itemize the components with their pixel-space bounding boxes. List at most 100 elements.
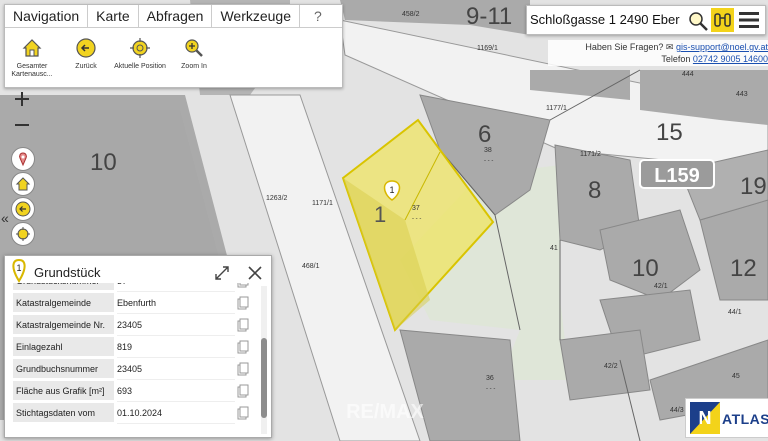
parcel-number: 36 [486,375,494,382]
copy-icon[interactable] [237,283,249,288]
tab-werkzeuge[interactable]: Werkzeuge [212,5,301,27]
panel-title: Grundstück [34,265,101,280]
table-row: Fläche aus Grafik [m²] 693 [13,381,261,402]
table-row: Grundbuchsnummer 23405 [13,359,261,380]
house-number: 10 [90,149,117,176]
marker-icon: 1 [12,259,26,283]
parcel-number: 45 [732,373,740,380]
parcel-number: 44/1 [728,309,742,316]
help-contact: Haben Sie Fragen? ✉ gis-support@noel.gv.… [548,40,768,66]
location-pin-control[interactable] [11,147,35,171]
scrollbar-thumb[interactable] [261,338,267,418]
table-row: Katastralgemeinde Ebenfurth [13,293,261,314]
table-row: Einlagezahl 819 [13,337,261,358]
current-position-button[interactable]: Aktuelle Position [113,37,167,79]
plus-icon [15,92,29,106]
svg-text:1: 1 [389,185,394,195]
table-row: Katastralgemeinde Nr. 23405 [13,315,261,336]
table-row: Grundstücksnummer 37 [13,283,261,292]
house-number: 6 [478,121,491,148]
zoom-in-control[interactable] [11,88,33,110]
house-icon [15,177,31,191]
zoom-in-button[interactable]: Zoom In [167,37,221,79]
parcel-number: 1171/2 [580,151,601,158]
attribute-value: 819 [117,337,235,358]
logo-mark: N [690,402,720,434]
back-control[interactable] [11,197,35,221]
svg-text:N: N [699,408,712,428]
parcel-number: 444 [682,71,694,78]
target-icon [16,227,30,241]
close-icon[interactable] [246,264,264,282]
parcel-number: 458/2 [402,11,420,18]
search-icon[interactable] [687,10,709,32]
hamburger-menu-icon[interactable] [737,10,761,30]
tab-navigation[interactable]: Navigation [5,5,89,27]
copy-icon[interactable] [237,296,249,310]
full-extent-button[interactable]: Gesamter Kartenausc... [5,37,59,79]
attribute-table: Grundstücksnummer 37 Katastralgemeinde E… [13,283,261,433]
collapse-panel-icon[interactable]: « [1,210,9,226]
mail-icon: ✉ [665,42,674,52]
svg-text:L159: L159 [654,165,700,187]
parcel-info-panel: 1 Grundstück Grundstücksnummer 37 Katast… [4,255,272,438]
binoculars-button[interactable] [711,8,734,32]
attribute-label: Katastralgemeinde [13,293,114,313]
back-button[interactable]: Zurück [59,37,113,79]
back-arrow-icon [76,38,96,58]
tool-label: Zurück [75,63,97,70]
back-arrow-icon [15,201,31,217]
attribute-value: 37 [117,283,235,292]
atlas-logo: N ATLAS [685,398,768,438]
home-control[interactable] [11,172,35,196]
search-bar: Schloßgasse 1 2490 Eber [526,5,766,35]
tab-karte[interactable]: Karte [88,5,139,27]
attribute-label: Fläche aus Grafik [m²] [13,381,114,401]
parcel-number: 1169/1 [477,45,498,52]
attribute-label: Stichtagsdaten vom [13,403,114,423]
target-icon [130,38,150,58]
road-label: L159 [639,159,715,189]
copy-icon[interactable] [237,340,249,354]
parcel-number: 38 [484,147,492,154]
tab-abfragen[interactable]: Abfragen [139,5,213,27]
phone-label: Telefon [661,54,691,64]
attribute-value: 23405 [117,359,235,380]
watermark: RE/MAX [346,401,424,423]
house-number: 15 [656,119,683,146]
copy-icon[interactable] [237,318,249,332]
location-pin-icon [19,152,27,167]
house-icon [22,39,42,57]
attribute-label: Einlagezahl [13,337,114,357]
attribute-value: Ebenfurth [117,293,235,314]
tool-label: Aktuelle Position [114,63,166,70]
parcel-number: 1171/1 [312,200,333,207]
copy-icon[interactable] [237,362,249,376]
search-input[interactable]: Schloßgasse 1 2490 Eber [530,10,685,30]
help-question: Haben Sie Fragen? [585,42,664,52]
position-control[interactable] [11,222,35,246]
tool-label: Gesamter Kartenausc... [11,63,53,78]
parcel-number: 1263/2 [266,195,288,202]
logo-text: ATLAS [722,411,768,427]
svg-text:- - -: - - - [412,216,421,222]
panel-header: 1 Grundstück [5,256,271,286]
zoom-out-control[interactable] [11,114,33,136]
expand-icon[interactable] [214,265,230,281]
parcel-number: 443 [736,91,748,98]
phone-link[interactable]: 02742 9005 14600 [693,54,768,64]
copy-icon[interactable] [237,406,249,420]
tab-help[interactable]: ? [300,5,330,27]
parcel-number: 42/2 [604,363,618,370]
copy-icon[interactable] [237,384,249,398]
minus-icon [15,124,29,126]
attribute-value: 693 [117,381,235,402]
support-email-link[interactable]: gis-support@noel.gv.at [676,42,768,52]
svg-text:- - -: - - - [486,386,495,392]
house-number: 19 [740,173,767,200]
house-number: 12 [730,255,757,282]
house-number: 10 [632,255,659,282]
house-number: 9-11 [466,3,512,30]
parcel-number: 37 [412,205,420,212]
parcel-number: 468/1 [302,263,320,270]
